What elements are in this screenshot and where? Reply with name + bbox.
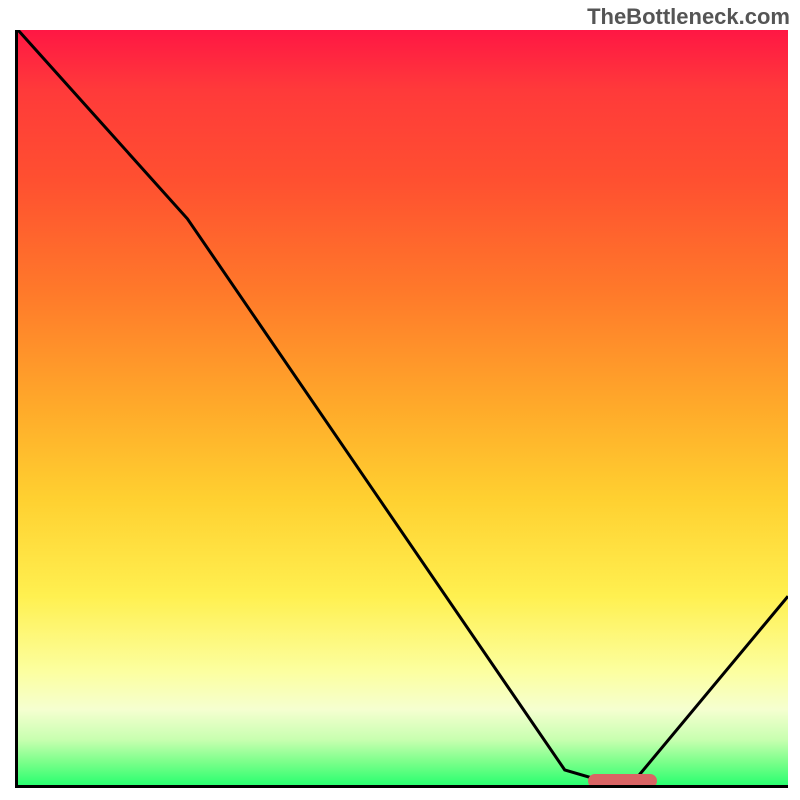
chart-plot-area: [15, 30, 788, 788]
attribution-text: TheBottleneck.com: [587, 4, 790, 30]
bottleneck-curve: [18, 30, 788, 785]
optimal-range-marker: [588, 774, 657, 788]
